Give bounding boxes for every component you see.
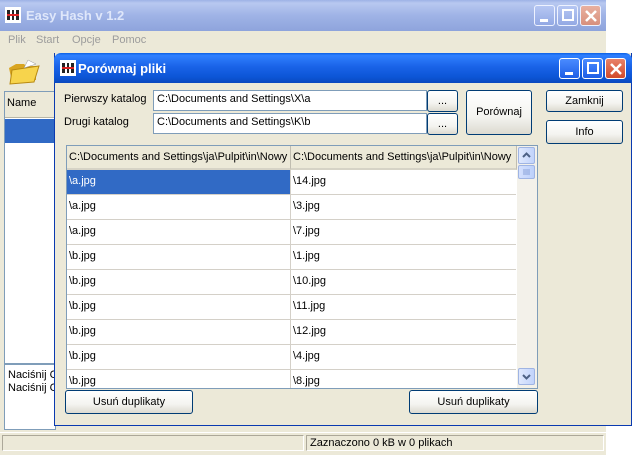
table-row[interactable]: \b.jpg \12.jpg (67, 320, 516, 345)
close-icon (610, 63, 622, 75)
menu-plik[interactable]: Plik (8, 34, 26, 46)
remove-right-label: Usuń duplikaty (437, 396, 510, 408)
close-icon (585, 10, 597, 22)
duplicates-list-view[interactable]: C:\Documents and Settings\ja\Pulpit\in\N… (66, 145, 538, 389)
compare-button[interactable]: Porównaj (466, 90, 532, 135)
dialog-app-icon (60, 60, 76, 76)
first-directory-input[interactable]: C:\Documents and Settings\X\a (153, 90, 427, 111)
left-file-cell[interactable]: \b.jpg (67, 245, 291, 269)
left-file-cell[interactable]: \b.jpg (67, 270, 291, 294)
dialog-title-bar[interactable]: Porównaj pliki (54, 53, 632, 83)
right-file-cell[interactable]: \14.jpg (291, 170, 516, 194)
column-header-right[interactable]: C:\Documents and Settings\ja\Pulpit\in\N… (291, 146, 517, 170)
menu-start[interactable]: Start (36, 34, 59, 46)
scroll-thumb[interactable] (518, 165, 535, 179)
browse-second-button[interactable]: ... (427, 113, 458, 135)
compare-label: Porównaj (476, 106, 522, 118)
maximize-icon (562, 9, 574, 21)
column-header-left[interactable]: C:\Documents and Settings\ja\Pulpit\in\N… (67, 146, 291, 170)
dialog-close-button[interactable] (605, 58, 626, 79)
table-row[interactable]: \a.jpg \14.jpg (67, 170, 516, 195)
right-file-cell[interactable]: \12.jpg (291, 320, 516, 344)
name-column-header[interactable]: Name (5, 92, 55, 118)
main-minimize-button[interactable] (534, 5, 555, 26)
right-file-cell[interactable]: \7.jpg (291, 220, 516, 244)
table-row[interactable]: \b.jpg \4.jpg (67, 345, 516, 370)
chevron-up-icon (522, 152, 531, 158)
menu-pomoc[interactable]: Pomoc (112, 34, 146, 46)
left-file-cell[interactable]: \a.jpg (67, 195, 291, 219)
main-close-button[interactable] (580, 5, 601, 26)
browse-first-label: ... (437, 95, 448, 107)
right-file-cell[interactable]: \3.jpg (291, 195, 516, 219)
table-row[interactable]: \b.jpg \1.jpg (67, 245, 516, 270)
left-file-cell[interactable]: \b.jpg (67, 295, 291, 319)
scroll-up-button[interactable] (518, 147, 535, 164)
main-maximize-button[interactable] (557, 5, 578, 26)
app-icon (5, 7, 21, 23)
right-file-cell[interactable]: \8.jpg (291, 370, 516, 388)
close-label: Zamknij (565, 95, 604, 107)
left-file-cell[interactable]: \b.jpg (67, 320, 291, 344)
browse-first-button[interactable]: ... (427, 90, 458, 112)
log-line: Naciśnij C (8, 382, 56, 394)
log-pane: Naciśnij C Naciśnij C (4, 364, 56, 430)
minimize-icon (565, 72, 573, 75)
right-file-cell[interactable]: \10.jpg (291, 270, 516, 294)
browse-second-label: ... (437, 118, 448, 130)
vertical-scrollbar[interactable] (517, 146, 537, 388)
first-directory-label: Pierwszy katalog (64, 93, 147, 105)
main-title-bar[interactable]: Easy Hash v 1.2 (0, 0, 606, 31)
minimize-icon (540, 19, 548, 22)
status-bar: Zaznaczono 0 kB w 0 plikach (0, 432, 606, 452)
second-directory-label: Drugi katalog (64, 116, 129, 128)
grip-icon (523, 169, 530, 175)
selected-file-row[interactable] (5, 119, 55, 143)
remove-duplicates-right-button[interactable]: Usuń duplikaty (409, 390, 538, 414)
table-row[interactable]: \b.jpg \10.jpg (67, 270, 516, 295)
table-row[interactable]: \b.jpg \11.jpg (67, 295, 516, 320)
table-row[interactable]: \a.jpg \7.jpg (67, 220, 516, 245)
remove-duplicates-left-button[interactable]: Usuń duplikaty (65, 390, 193, 414)
info-label: Info (575, 126, 594, 138)
right-file-cell[interactable]: \1.jpg (291, 245, 516, 269)
close-button[interactable]: Zamknij (546, 90, 623, 112)
open-folder-icon[interactable] (6, 56, 42, 86)
second-directory-input[interactable]: C:\Documents and Settings\K\b (153, 113, 427, 134)
compare-dialog: Porównaj pliki Pierwszy katalog Drugi ka… (54, 53, 632, 426)
right-file-cell[interactable]: \11.jpg (291, 295, 516, 319)
right-file-cell[interactable]: \4.jpg (291, 345, 516, 369)
left-file-cell[interactable]: \a.jpg (67, 220, 291, 244)
left-file-cell[interactable]: \a.jpg (67, 170, 291, 194)
scroll-down-button[interactable] (518, 368, 535, 385)
main-title: Easy Hash v 1.2 (26, 8, 125, 23)
dialog-maximize-button[interactable] (582, 58, 603, 79)
remove-left-label: Usuń duplikaty (92, 396, 166, 408)
dialog-title: Porównaj pliki (78, 61, 167, 76)
info-button[interactable]: Info (546, 120, 623, 144)
table-row[interactable]: \a.jpg \3.jpg (67, 195, 516, 220)
status-text: Zaznaczono 0 kB w 0 plikach (310, 437, 453, 449)
chevron-down-icon (522, 374, 531, 380)
status-cell-empty (2, 435, 304, 451)
menu-opcje[interactable]: Opcje (72, 34, 101, 46)
left-file-cell[interactable]: \b.jpg (67, 370, 291, 388)
maximize-icon (587, 62, 599, 74)
table-row[interactable]: \b.jpg \8.jpg (67, 370, 516, 388)
log-line: Naciśnij C (8, 369, 56, 381)
status-cell: Zaznaczono 0 kB w 0 plikach (306, 435, 604, 451)
file-list-pane[interactable]: Name (4, 91, 56, 364)
left-file-cell[interactable]: \b.jpg (67, 345, 291, 369)
dialog-minimize-button[interactable] (559, 58, 580, 79)
